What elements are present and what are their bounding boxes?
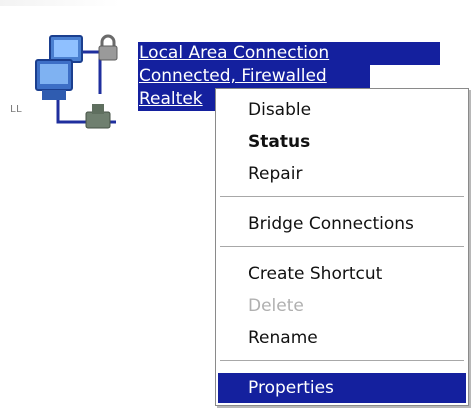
menu-item-bridge-connections[interactable]: Bridge Connections	[218, 209, 466, 239]
network-connection-icon[interactable]	[28, 26, 138, 136]
firewall-lock-icon	[96, 34, 120, 62]
connection-device: Realtek	[138, 88, 216, 111]
menu-item-delete: Delete	[248, 296, 304, 316]
menu-item-disable[interactable]: Disable	[218, 95, 466, 125]
menu-item-status[interactable]: Status	[218, 127, 466, 157]
menu-item-create-shortcut[interactable]: Create Shortcut	[218, 259, 466, 289]
menu-separator	[220, 246, 464, 248]
menu-separator	[220, 360, 464, 362]
connection-status: Connected, Firewalled	[138, 65, 370, 88]
connection-name[interactable]: Local Area Connection	[138, 42, 440, 65]
side-mark-text: LL	[10, 104, 23, 115]
top-edge-fade	[0, 0, 120, 6]
menu-item-properties[interactable]: Properties	[218, 373, 466, 403]
menu-separator	[220, 196, 464, 198]
context-menu: Disable Status Repair Bridge Connections…	[215, 88, 469, 406]
menu-item-rename[interactable]: Rename	[218, 323, 466, 353]
menu-item-repair[interactable]: Repair	[218, 159, 466, 189]
